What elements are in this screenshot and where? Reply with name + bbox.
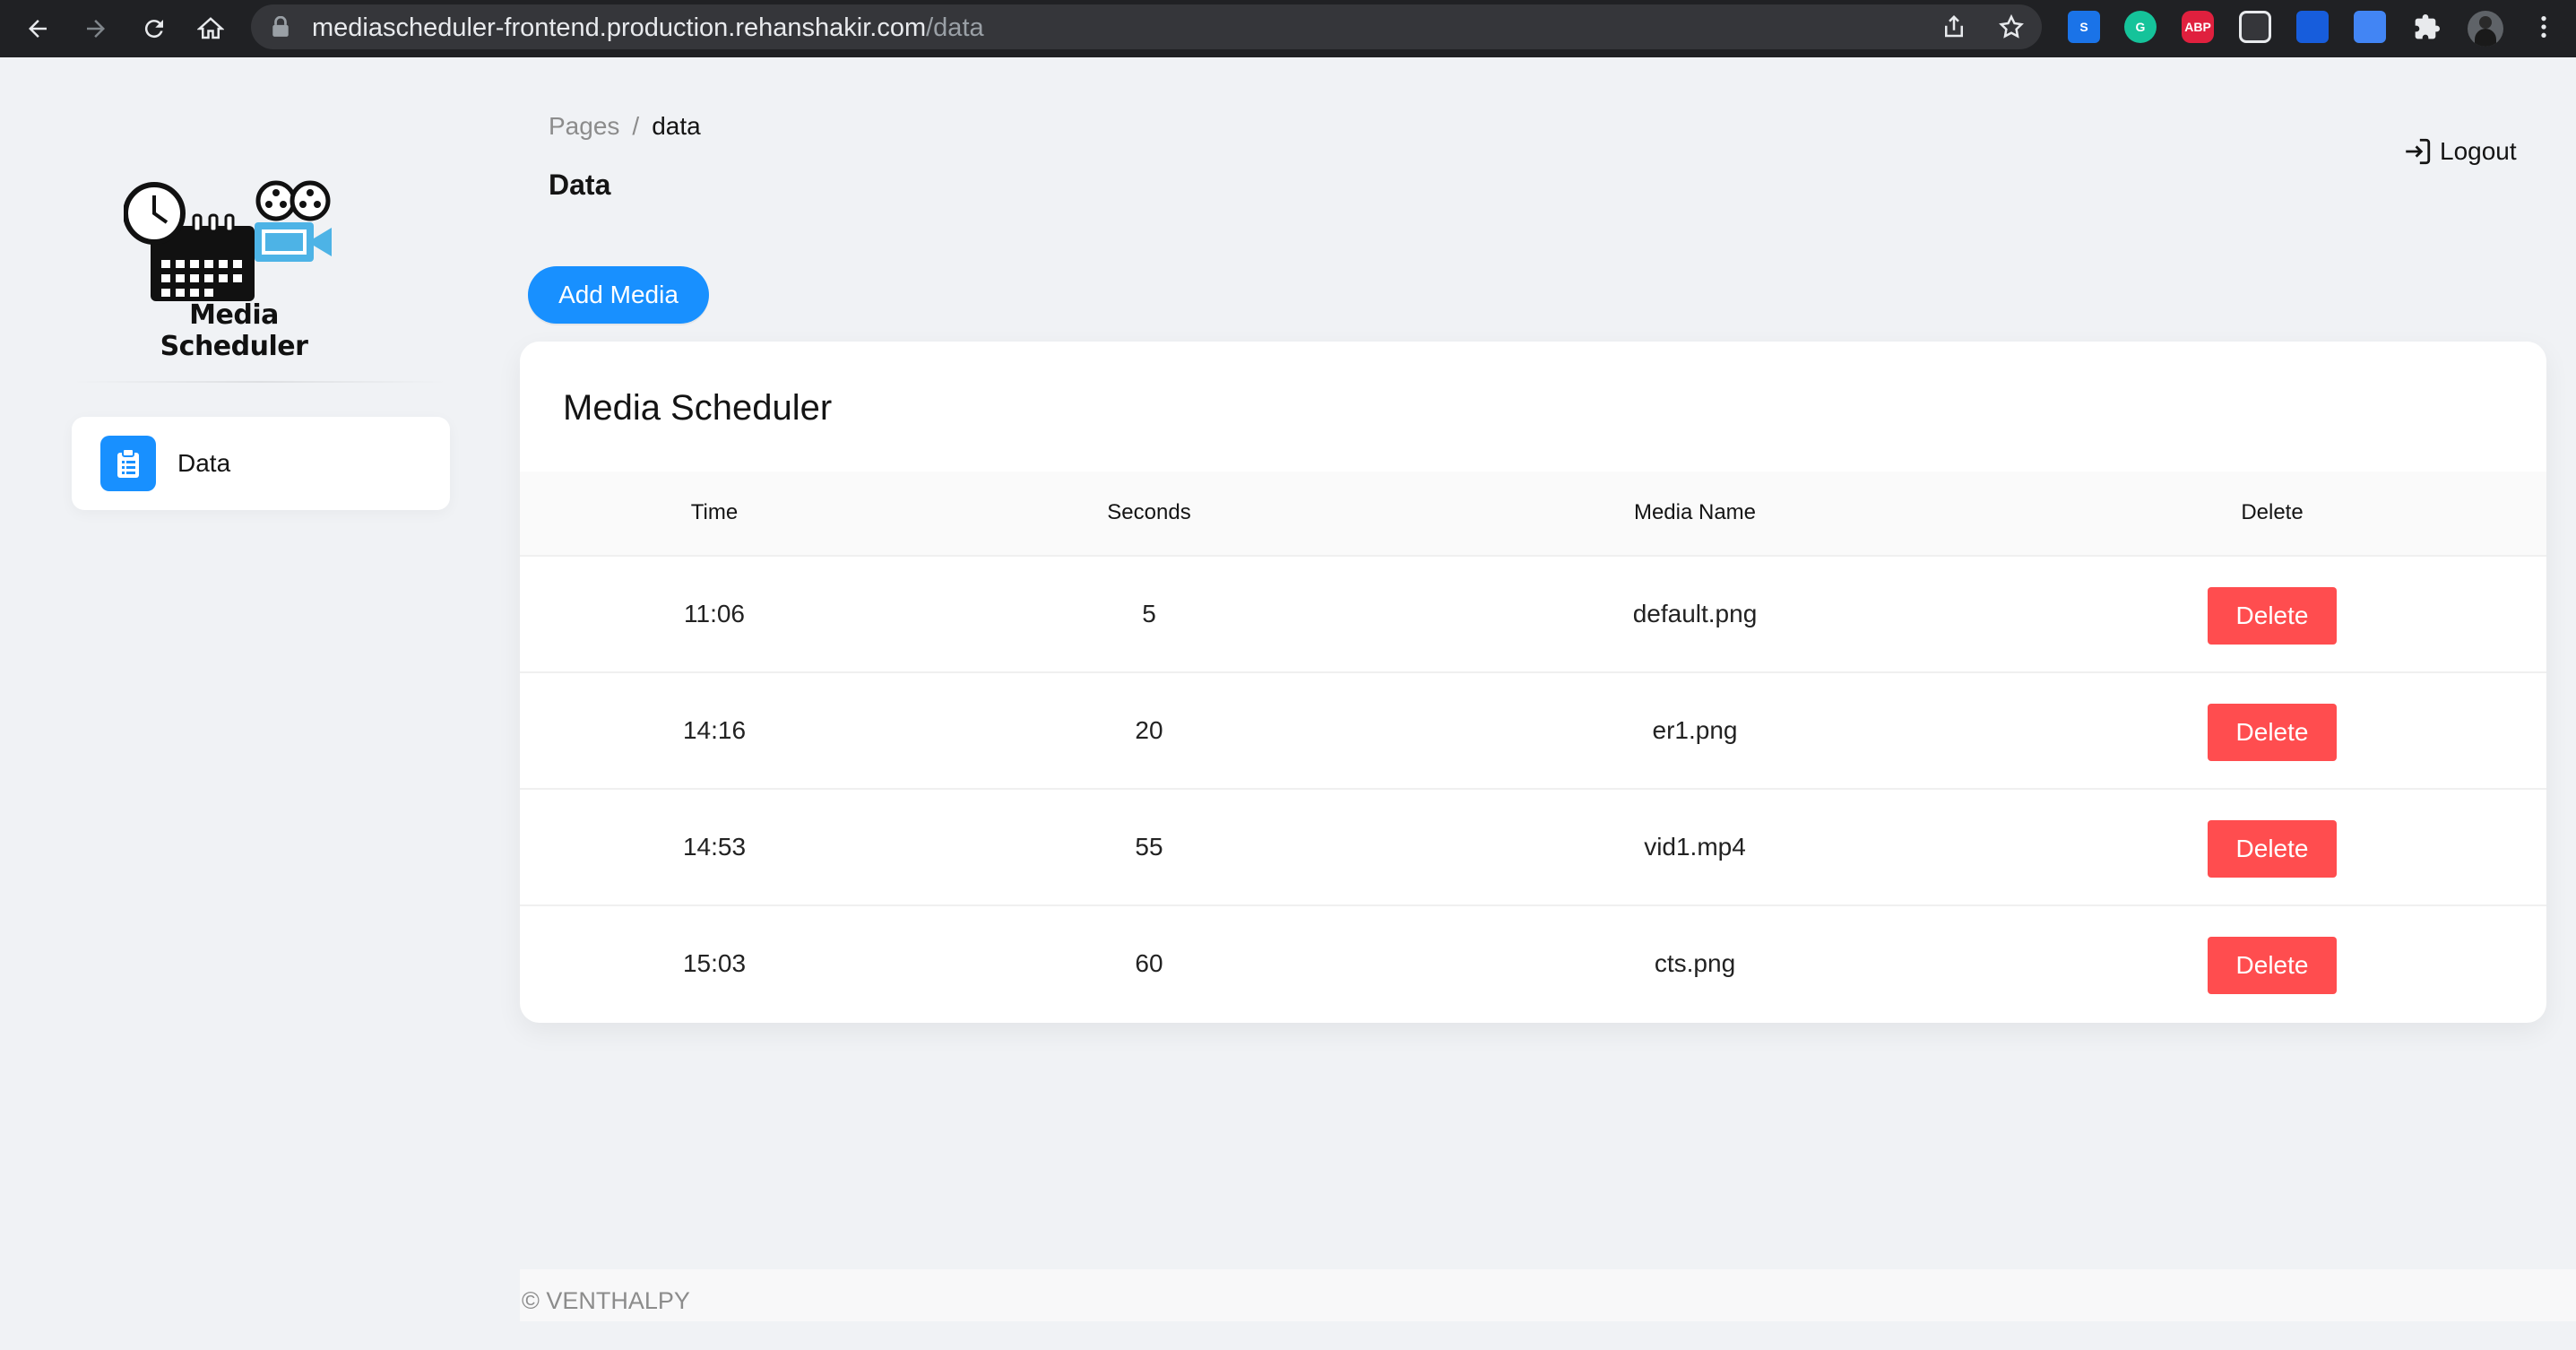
url-host: mediascheduler-frontend.production.rehan… — [312, 13, 927, 42]
table-row: 11:06 5 default.png Delete — [520, 557, 2546, 673]
delete-button[interactable]: Delete — [2208, 587, 2337, 645]
delete-button[interactable]: Delete — [2208, 937, 2337, 994]
url-path: /data — [926, 13, 984, 42]
column-header-time: Time — [690, 500, 739, 524]
star-icon[interactable] — [1998, 13, 2025, 40]
profile-avatar[interactable] — [2468, 11, 2503, 47]
column-header-seconds: Seconds — [1107, 500, 1191, 524]
home-button[interactable] — [189, 7, 232, 50]
breadcrumb: Pages / data — [549, 112, 701, 141]
sidebar-divider — [72, 381, 448, 383]
cell-time: 14:53 — [682, 833, 747, 861]
cell-time: 14:16 — [682, 716, 747, 744]
address-bar[interactable]: mediascheduler-frontend.production.rehan… — [251, 4, 2042, 49]
grammarly-icon[interactable]: G — [2124, 11, 2157, 43]
cell-media-name: vid1.mp4 — [1644, 833, 1746, 861]
arrow-right-icon — [87, 20, 105, 38]
clipboard-icon — [100, 436, 156, 491]
logo-graphic — [123, 180, 332, 301]
adblock-plus-icon[interactable]: ABP — [2182, 11, 2214, 43]
breadcrumb-separator: / — [632, 112, 640, 140]
arrow-left-icon — [29, 20, 47, 38]
bitwarden-icon[interactable] — [2296, 11, 2329, 43]
column-header-media-name: Media Name — [1633, 500, 1757, 524]
breadcrumb-root[interactable]: Pages — [549, 112, 619, 140]
media-scheduler-logo: Media Scheduler — [123, 179, 344, 362]
cell-seconds: 60 — [1135, 949, 1163, 977]
add-media-button[interactable]: Add Media — [528, 266, 709, 324]
google-translate-icon[interactable] — [2354, 11, 2386, 43]
table-header: Time Seconds Media Name Delete — [520, 472, 2546, 557]
cell-media-name: default.png — [1632, 600, 1758, 627]
url-text: mediascheduler-frontend.production.rehan… — [312, 13, 984, 43]
kebab-menu-icon[interactable] — [2529, 13, 2558, 41]
home-icon — [197, 17, 224, 39]
table-row: 15:03 60 cts.png Delete — [520, 906, 2546, 1023]
share-icon[interactable] — [1941, 13, 1967, 40]
table-row: 14:53 55 vid1.mp4 Delete — [520, 790, 2546, 906]
sidebar-item-data[interactable]: Data — [72, 417, 450, 510]
back-button[interactable] — [16, 7, 59, 50]
cell-seconds: 5 — [1142, 600, 1156, 627]
column-header-delete: Delete — [2241, 500, 2304, 524]
cell-time: 15:03 — [682, 949, 747, 977]
forward-button[interactable] — [74, 7, 117, 50]
browser-toolbar: mediascheduler-frontend.production.rehan… — [0, 0, 2576, 57]
delete-button[interactable]: Delete — [2208, 704, 2337, 761]
cell-media-name: cts.png — [1654, 949, 1736, 977]
cell-media-name: er1.png — [1652, 716, 1738, 744]
pocket-icon[interactable] — [2239, 11, 2271, 43]
logo-text: Media Scheduler — [160, 299, 308, 362]
sidebar-item-label: Data — [177, 449, 231, 477]
s-extension-icon[interactable]: S — [2068, 11, 2100, 43]
footer-copyright: © VENTHALPY — [522, 1287, 690, 1314]
delete-button[interactable]: Delete — [2208, 820, 2337, 878]
reload-button[interactable] — [133, 7, 176, 50]
lock-icon — [272, 16, 289, 37]
card-title: Media Scheduler — [563, 388, 833, 428]
reload-icon — [144, 20, 163, 39]
page-title: Data — [549, 169, 611, 201]
puzzle-icon[interactable] — [2413, 13, 2442, 41]
media-table-card: Media Scheduler Time Seconds Media Name … — [520, 342, 2546, 1023]
table-row: 14:16 20 er1.png Delete — [520, 673, 2546, 790]
logout-button[interactable]: Logout — [2402, 136, 2517, 167]
login-arrow-icon — [2406, 138, 2431, 165]
breadcrumb-current: data — [652, 112, 701, 140]
cell-seconds: 55 — [1135, 833, 1163, 861]
logout-label: Logout — [2440, 137, 2517, 165]
footer: © VENTHALPY — [520, 1269, 2576, 1321]
cell-time: 11:06 — [684, 600, 745, 627]
cell-seconds: 20 — [1135, 716, 1163, 744]
